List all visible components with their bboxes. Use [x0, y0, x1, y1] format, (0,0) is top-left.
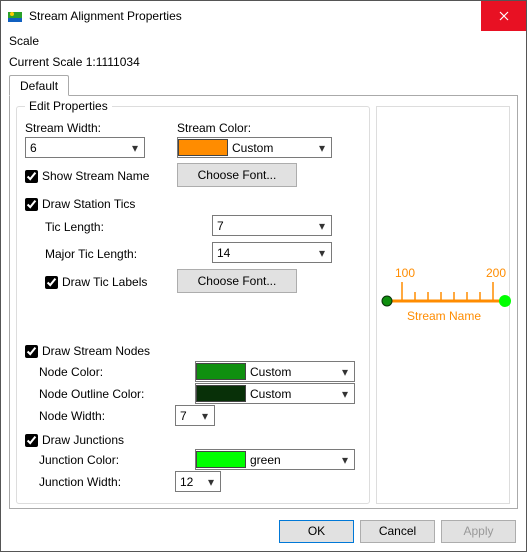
combo-major-tic-length[interactable]: 14 ▾ — [212, 242, 332, 263]
combo-node-color-value: Custom — [246, 365, 336, 379]
label-show-stream-name: Show Stream Name — [42, 169, 149, 183]
check-show-stream-name[interactable]: Show Stream Name — [25, 169, 149, 183]
combo-node-width[interactable]: 7 ▾ — [175, 405, 215, 426]
chevron-down-icon: ▾ — [336, 387, 354, 401]
preview-stream-name: Stream Name — [407, 309, 481, 323]
label-draw-stream-nodes: Draw Stream Nodes — [42, 344, 150, 358]
combo-tic-length[interactable]: 7 ▾ — [212, 215, 332, 236]
button-ok[interactable]: OK — [279, 520, 354, 543]
close-button[interactable] — [481, 1, 526, 31]
chevron-down-icon: ▾ — [336, 365, 354, 379]
checkbox-draw-tic-labels[interactable] — [45, 276, 58, 289]
chevron-down-icon: ▾ — [313, 141, 331, 155]
combo-junction-width[interactable]: 12 ▾ — [175, 471, 221, 492]
combo-stream-color-value: Custom — [228, 141, 313, 155]
combo-node-outline-color-value: Custom — [246, 387, 336, 401]
swatch-node-outline-color — [196, 385, 246, 402]
swatch-stream-color — [178, 139, 228, 156]
combo-stream-width-value: 6 — [26, 141, 126, 155]
chevron-down-icon: ▾ — [126, 141, 144, 155]
label-major-tic-length: Major Tic Length: — [45, 247, 137, 261]
button-choose-font-tics[interactable]: Choose Font... — [177, 269, 297, 293]
chevron-down-icon: ▾ — [336, 453, 354, 467]
checkbox-show-stream-name[interactable] — [25, 170, 38, 183]
chevron-down-icon: ▾ — [196, 409, 214, 423]
label-stream-width: Stream Width: — [25, 121, 101, 135]
tab-panel-default: Edit Properties Stream Width: Stream Col… — [9, 95, 518, 509]
check-draw-junctions[interactable]: Draw Junctions — [25, 433, 124, 447]
swatch-junction-color — [196, 451, 246, 468]
check-draw-tic-labels[interactable]: Draw Tic Labels — [45, 275, 147, 289]
combo-stream-color[interactable]: Custom ▾ — [177, 137, 332, 158]
preview-pane: 100 200 Stream Name — [376, 106, 510, 504]
preview-tick-100: 100 — [395, 266, 415, 280]
combo-major-tic-length-value: 14 — [213, 246, 313, 260]
label-draw-tic-labels: Draw Tic Labels — [62, 275, 147, 289]
label-node-color: Node Color: — [39, 365, 103, 379]
tab-default[interactable]: Default — [9, 75, 69, 96]
check-draw-station-tics[interactable]: Draw Station Tics — [25, 197, 135, 211]
checkbox-draw-junctions[interactable] — [25, 434, 38, 447]
group-edit-legend: Edit Properties — [25, 99, 112, 113]
combo-stream-width[interactable]: 6 ▾ — [25, 137, 145, 158]
preview-graphic: 100 200 Stream Name — [377, 107, 511, 505]
menu-bar: Scale — [1, 31, 526, 51]
current-scale-label: Current Scale 1:1111034 — [1, 51, 526, 75]
label-junction-color: Junction Color: — [39, 453, 119, 467]
close-icon — [499, 11, 509, 21]
group-edit-properties: Edit Properties Stream Width: Stream Col… — [16, 106, 370, 504]
button-apply[interactable]: Apply — [441, 520, 516, 543]
preview-tick-200: 200 — [486, 266, 506, 280]
combo-node-width-value: 7 — [176, 409, 196, 423]
app-icon — [7, 8, 23, 24]
label-stream-color: Stream Color: — [177, 121, 251, 135]
chevron-down-icon: ▾ — [202, 475, 220, 489]
button-cancel[interactable]: Cancel — [360, 520, 435, 543]
check-draw-stream-nodes[interactable]: Draw Stream Nodes — [25, 344, 150, 358]
label-node-outline-color: Node Outline Color: — [39, 387, 144, 401]
label-junction-width: Junction Width: — [39, 475, 121, 489]
combo-junction-color-value: green — [246, 453, 336, 467]
window-title: Stream Alignment Properties — [29, 9, 481, 23]
checkbox-draw-stream-nodes[interactable] — [25, 345, 38, 358]
title-bar: Stream Alignment Properties — [1, 1, 526, 31]
combo-tic-length-value: 7 — [213, 219, 313, 233]
label-node-width: Node Width: — [39, 409, 105, 423]
combo-junction-width-value: 12 — [176, 475, 202, 489]
swatch-node-color — [196, 363, 246, 380]
checkbox-draw-station-tics[interactable] — [25, 198, 38, 211]
chevron-down-icon: ▾ — [313, 246, 331, 260]
label-draw-station-tics: Draw Station Tics — [42, 197, 135, 211]
menu-scale[interactable]: Scale — [9, 34, 39, 48]
combo-node-outline-color[interactable]: Custom ▾ — [195, 383, 355, 404]
button-choose-font-name[interactable]: Choose Font... — [177, 163, 297, 187]
combo-junction-color[interactable]: green ▾ — [195, 449, 355, 470]
chevron-down-icon: ▾ — [313, 219, 331, 233]
label-draw-junctions: Draw Junctions — [42, 433, 124, 447]
button-bar: OK Cancel Apply — [1, 511, 526, 551]
label-tic-length: Tic Length: — [45, 220, 104, 234]
tab-strip: Default — [1, 75, 526, 96]
combo-node-color[interactable]: Custom ▾ — [195, 361, 355, 382]
